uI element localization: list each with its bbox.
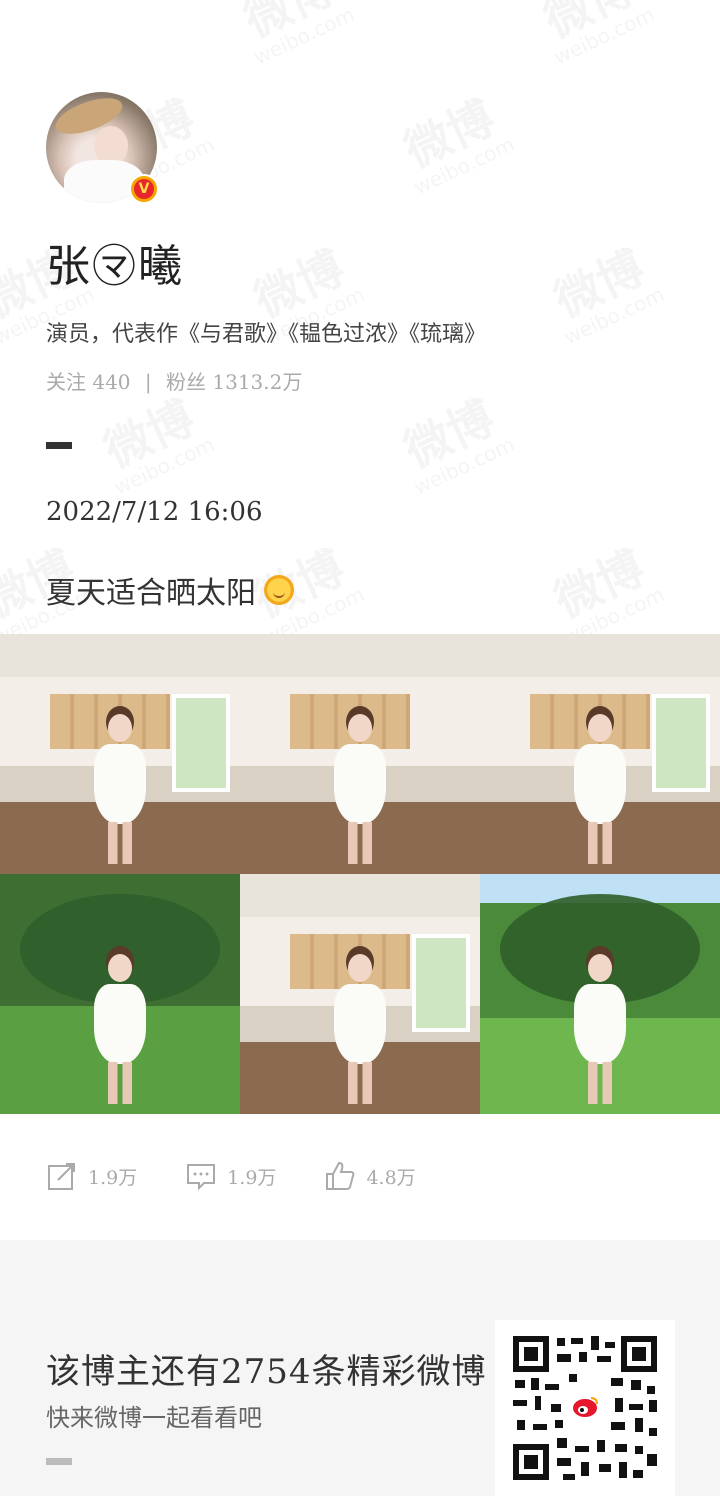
qr-code[interactable] — [495, 1320, 675, 1496]
following-label[interactable]: 关注 — [46, 370, 86, 394]
post-text-row: 夏天适合晒太阳 — [46, 568, 294, 612]
verified-badge-letter: V — [134, 179, 154, 199]
thumbs-up-icon — [326, 1161, 355, 1190]
qr-code-icon — [511, 1334, 659, 1482]
like-button[interactable]: 4.8万 — [324, 1160, 416, 1192]
sun-emoji-icon — [264, 575, 294, 605]
profile-stats: 关注 440 | 粉丝 1313.2万 — [46, 366, 302, 395]
post-photo[interactable] — [240, 634, 480, 874]
photo-window — [412, 934, 470, 1032]
footer-title: 该博主还有2754条精彩微博 — [46, 1352, 487, 1392]
post-photo[interactable] — [480, 634, 720, 874]
repost-count: 1.9万 — [88, 1166, 138, 1189]
footer-divider — [46, 1458, 72, 1465]
watermark: 微博weibo.com — [391, 90, 518, 199]
post-photo[interactable] — [0, 634, 240, 874]
followers-count[interactable]: 1313.2万 — [212, 370, 302, 394]
comment-icon — [187, 1164, 216, 1191]
post-actions: 1.9万 1.9万 4.8万 — [46, 1156, 464, 1196]
verified-badge-icon: V — [129, 174, 159, 204]
footer-subtitle: 快来微博一起看看吧 — [46, 1404, 262, 1432]
profile-name[interactable]: 张㋮曦 — [46, 230, 184, 294]
photo-window — [652, 694, 710, 792]
footer-promo: 该博主还有2754条精彩微博 快来微博一起看看吧 — [0, 1240, 720, 1496]
photo-subject — [90, 954, 150, 1104]
section-divider — [46, 442, 72, 449]
photo-grid — [0, 634, 720, 1114]
watermark: 微博weibo.com — [91, 390, 218, 499]
photo-subject — [90, 714, 150, 864]
photo-subject — [330, 714, 390, 864]
watermark: 微博weibo.com — [231, 0, 358, 69]
photo-subject — [330, 954, 390, 1104]
post-photo[interactable] — [480, 874, 720, 1114]
repost-icon — [48, 1163, 75, 1190]
photo-subject — [570, 954, 630, 1104]
watermark: 微博weibo.com — [391, 390, 518, 499]
followers-label[interactable]: 粉丝 — [166, 370, 206, 394]
post-photo[interactable] — [0, 874, 240, 1114]
watermark: 微博weibo.com — [541, 540, 668, 649]
following-count[interactable]: 440 — [92, 370, 130, 394]
watermark: 微博weibo.com — [531, 0, 658, 69]
profile-bio: 演员，代表作《与君歌》《韫色过浓》《琉璃》 — [46, 322, 487, 347]
post-timestamp: 2022/7/12 16:06 — [46, 497, 263, 527]
like-count: 4.8万 — [366, 1166, 416, 1189]
post-photo[interactable] — [240, 874, 480, 1114]
stats-divider: | — [144, 370, 152, 394]
comment-count: 1.9万 — [227, 1166, 277, 1189]
post-text: 夏天适合晒太阳 — [46, 576, 256, 611]
watermark: 微博weibo.com — [541, 240, 668, 349]
comment-button[interactable]: 1.9万 — [185, 1160, 276, 1192]
repost-button[interactable]: 1.9万 — [46, 1160, 137, 1192]
photo-subject — [570, 714, 630, 864]
photo-window — [172, 694, 230, 792]
